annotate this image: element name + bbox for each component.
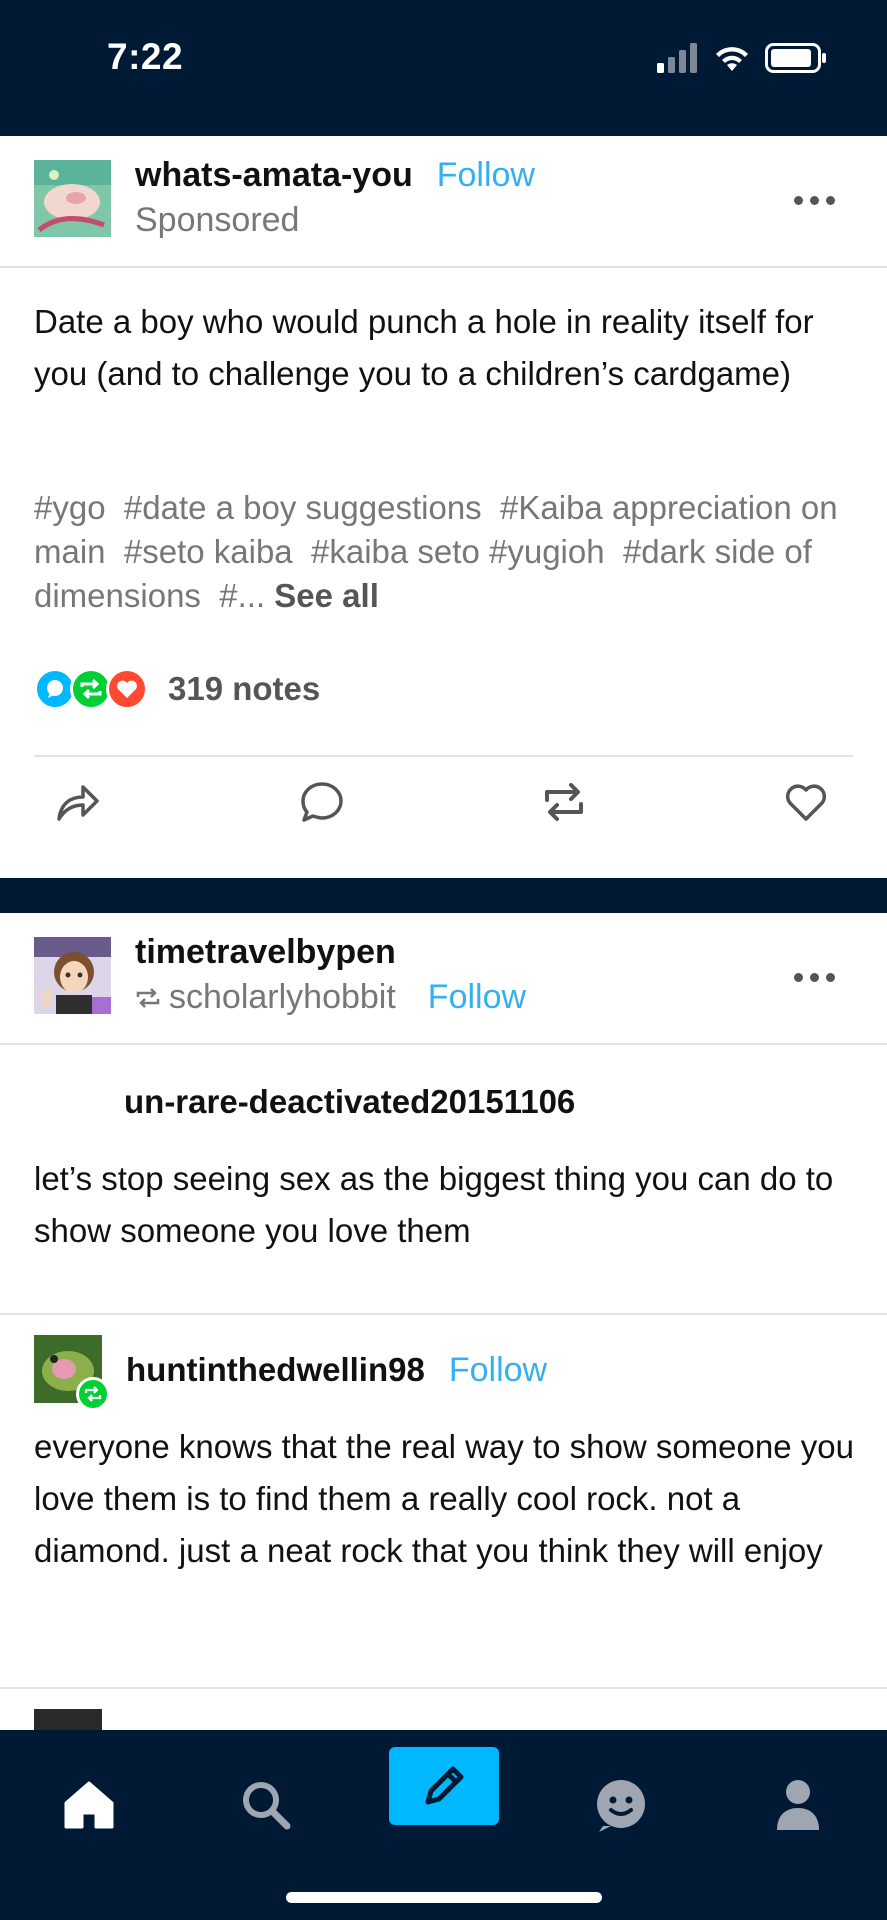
next-trail-avatar[interactable] xyxy=(34,1709,102,1730)
more-options-icon[interactable] xyxy=(794,973,835,982)
compose-icon xyxy=(425,1766,464,1805)
wifi-icon xyxy=(716,47,748,71)
reblog-badge-icon xyxy=(76,1377,110,1411)
post-sponsored: whats-amata-you Follow Sponsored Date a b… xyxy=(0,136,887,878)
reply-icon[interactable] xyxy=(292,772,352,832)
more-options-icon[interactable] xyxy=(794,196,835,205)
sponsored-text: Sponsored xyxy=(135,201,300,239)
trail-text: everyone knows that the real way to show… xyxy=(34,1428,854,1569)
tab-search[interactable] xyxy=(211,1750,321,1860)
reblog-icon[interactable] xyxy=(534,772,594,832)
compose-button[interactable] xyxy=(389,1747,499,1825)
notes-count[interactable]: 319 notes xyxy=(168,670,320,708)
battery-icon xyxy=(765,43,826,73)
follow-button[interactable]: Follow xyxy=(449,1351,547,1390)
blog-name[interactable]: whats-amata-you Follow xyxy=(135,156,535,195)
trail-header: huntinthedwellin98 Follow xyxy=(34,1335,547,1411)
trail-avatar[interactable] xyxy=(34,1335,110,1411)
like-badge-icon xyxy=(106,668,148,710)
note-badges xyxy=(34,668,148,710)
original-author[interactable]: un-rare-deactivated20151106 xyxy=(124,1083,575,1121)
tab-home[interactable] xyxy=(34,1750,144,1860)
status-time: 7:22 xyxy=(107,36,184,77)
account-icon xyxy=(777,1780,819,1830)
see-all-link[interactable]: See all xyxy=(274,577,379,614)
post-header: timetravelbypen scholarlyhobbit Follow xyxy=(0,913,887,1045)
share-icon[interactable] xyxy=(48,772,108,832)
search-icon xyxy=(243,1782,291,1830)
like-icon[interactable] xyxy=(776,772,836,832)
follow-button[interactable]: Follow xyxy=(428,978,526,1017)
notes-row[interactable]: 319 notes xyxy=(34,666,320,712)
tag[interactable]: #kaiba seto xyxy=(311,533,480,570)
sponsored-label: Sponsored xyxy=(135,201,299,240)
status-icons xyxy=(657,40,827,76)
home-indicator xyxy=(286,1892,602,1903)
follow-button[interactable]: Follow xyxy=(437,156,535,194)
tag[interactable]: #date a boy suggestions xyxy=(124,489,482,526)
divider xyxy=(0,1313,887,1315)
divider xyxy=(34,755,853,757)
activity-icon xyxy=(597,1780,645,1832)
post-body: Date a boy who would punch a hole in rea… xyxy=(34,303,814,392)
tab-account[interactable] xyxy=(743,1750,853,1860)
tag-list: #ygo #date a boy suggestions #Kaiba appr… xyxy=(34,486,847,618)
tag[interactable]: #seto kaiba xyxy=(124,533,293,570)
blog-name[interactable]: timetravelbypen xyxy=(135,933,396,972)
tab-bar xyxy=(0,1730,887,1920)
tab-activity[interactable] xyxy=(566,1750,676,1860)
status-bar: 7:22 xyxy=(0,0,887,136)
post-header: whats-amata-you Follow Sponsored xyxy=(0,136,887,268)
post-actions xyxy=(0,772,887,852)
avatar[interactable] xyxy=(34,160,111,237)
blog-name-text[interactable]: timetravelbypen xyxy=(135,933,396,971)
post-reblog: timetravelbypen scholarlyhobbit Follow u… xyxy=(0,913,887,1730)
cellular-signal-icon xyxy=(657,43,697,73)
tag[interactable]: #yugioh xyxy=(489,533,605,570)
reblogged-from-name[interactable]: scholarlyhobbit xyxy=(169,978,396,1017)
blog-name-text[interactable]: whats-amata-you xyxy=(135,156,413,194)
original-post-text: let’s stop seeing sex as the biggest thi… xyxy=(34,1160,834,1249)
reblog-small-icon xyxy=(136,987,160,1008)
tag[interactable]: #ygo xyxy=(34,489,106,526)
avatar[interactable] xyxy=(34,937,111,1014)
divider xyxy=(0,1687,887,1689)
home-icon xyxy=(64,1781,114,1829)
reblog-source: scholarlyhobbit Follow xyxy=(135,978,526,1017)
tag[interactable]: #... xyxy=(219,577,265,614)
trail-author-name[interactable]: huntinthedwellin98 xyxy=(126,1351,425,1389)
